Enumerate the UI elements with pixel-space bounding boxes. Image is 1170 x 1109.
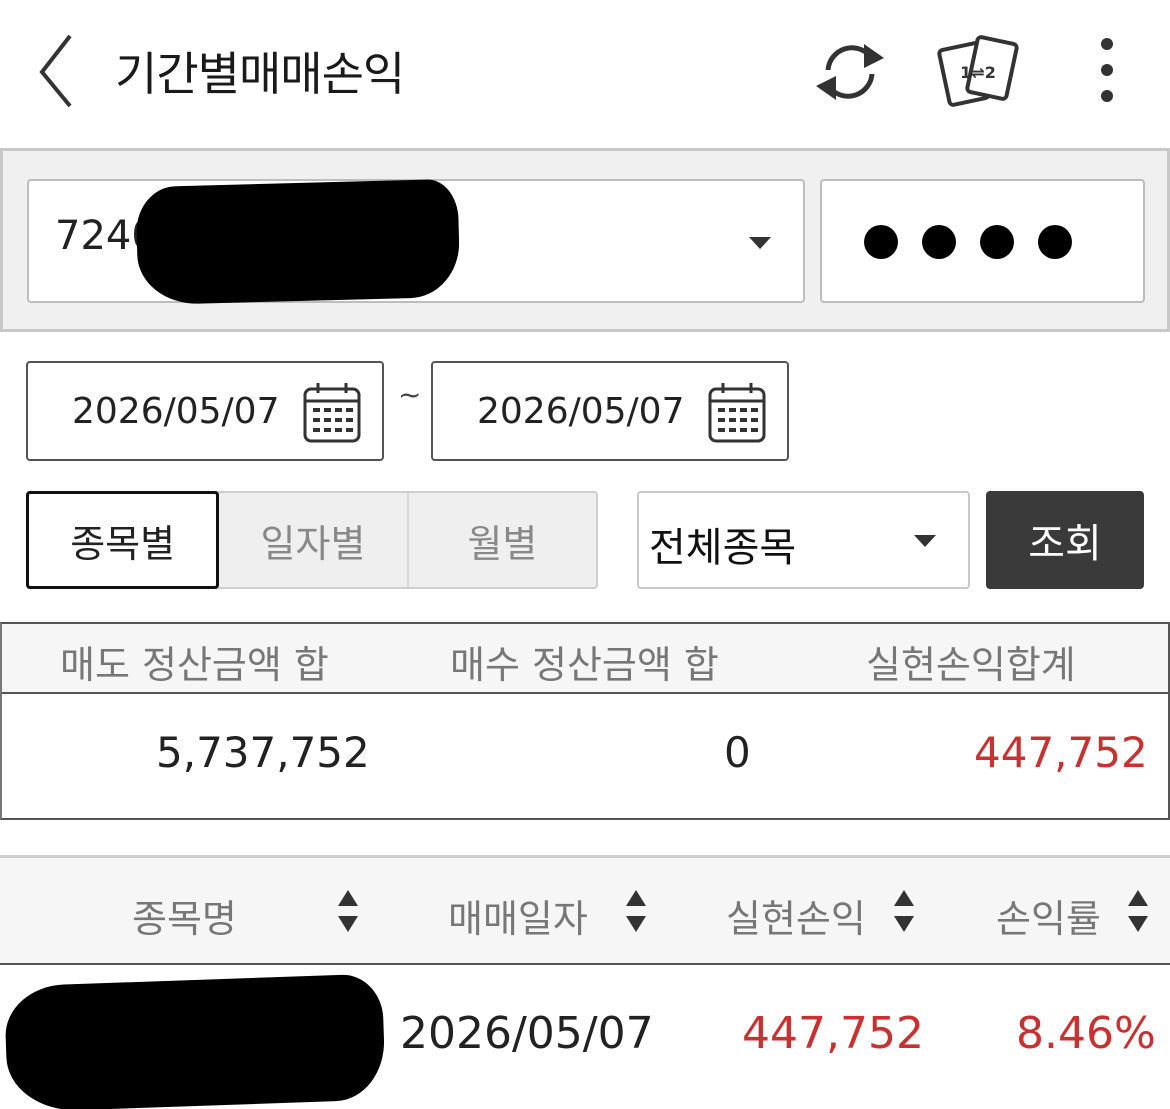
app-header: 기간별매매손익 1⇌2 <box>0 0 1170 140</box>
summary-buy-total: 0 <box>724 728 751 777</box>
more-menu-button[interactable] <box>1085 32 1129 112</box>
end-date-field[interactable]: 2026/05/07 <box>431 361 789 461</box>
password-dot <box>864 225 898 259</box>
chevron-left-icon <box>39 34 72 108</box>
tab-by-stock[interactable]: 종목별 <box>26 491 220 589</box>
dropdown-caret-icon <box>914 535 936 547</box>
redaction-mark <box>135 178 461 306</box>
view-tabs: 종목별 일자별 월별 <box>26 491 598 589</box>
password-dot <box>980 225 1014 259</box>
account-select[interactable]: 7240 <box>27 178 805 306</box>
password-field[interactable] <box>820 179 1145 303</box>
refresh-icon <box>816 44 884 100</box>
col-header-date[interactable]: 매매일자 <box>448 888 588 943</box>
query-button[interactable]: 조회 <box>986 491 1144 589</box>
summary-header-sell: 매도 정산금액 합 <box>60 643 329 687</box>
refresh-button[interactable] <box>808 30 892 114</box>
table-row[interactable]: 현대 2026/05/07 447,752 8.46% <box>0 966 1170 1109</box>
summary-header-pnl: 실현손익합계 <box>866 643 1076 687</box>
row-realized-pnl: 447,752 <box>742 1008 924 1059</box>
sort-icon[interactable] <box>336 886 360 936</box>
redaction-mark <box>3 973 387 1109</box>
calendar-icon[interactable] <box>302 381 362 445</box>
password-dots <box>864 225 1072 259</box>
sort-icon[interactable] <box>1126 886 1150 936</box>
calendar-icon[interactable] <box>707 381 767 445</box>
account-switch-button[interactable]: 1⇌2 <box>934 28 1022 112</box>
summary-header-buy: 매수 정산금액 합 <box>450 643 719 687</box>
stock-filter-label: 전체종목 <box>649 525 797 571</box>
account-panel: 7240 <box>0 148 1170 332</box>
col-header-name[interactable]: 종목명 <box>132 888 237 943</box>
swap-icon-label: 1⇌2 <box>960 63 996 82</box>
col-header-rate[interactable]: 손익률 <box>996 888 1101 943</box>
row-pnl-rate: 8.46% <box>1016 1008 1156 1059</box>
summary-pnl-total: 447,752 <box>974 728 1148 777</box>
tab-by-month[interactable]: 월별 <box>406 493 596 587</box>
sort-icon[interactable] <box>624 886 648 936</box>
date-separator: ~ <box>398 378 422 411</box>
list-header: 종목명 매매일자 실현손익 손익률 <box>0 855 1170 965</box>
more-vertical-icon <box>1101 38 1113 102</box>
password-dot <box>1038 225 1072 259</box>
sort-icon[interactable] <box>892 886 916 936</box>
back-button[interactable] <box>30 30 84 110</box>
dropdown-caret-icon <box>749 237 771 249</box>
password-dot <box>922 225 956 259</box>
tab-by-date[interactable]: 일자별 <box>217 493 406 587</box>
row-trade-date: 2026/05/07 <box>400 1008 654 1059</box>
col-header-pnl[interactable]: 실현손익 <box>726 888 866 943</box>
summary-header: 매도 정산금액 합 매수 정산금액 합 실현손익합계 <box>2 624 1168 694</box>
end-date-text: 2026/05/07 <box>477 391 685 432</box>
page-title: 기간별매매손익 <box>115 47 405 101</box>
start-date-text: 2026/05/07 <box>72 391 280 432</box>
summary-table: 매도 정산금액 합 매수 정산금액 합 실현손익합계 5,737,752 0 4… <box>0 622 1170 820</box>
summary-sell-total: 5,737,752 <box>156 728 370 777</box>
card-swap-icon: 1⇌2 <box>937 35 1019 107</box>
stock-filter-select[interactable]: 전체종목 <box>637 491 970 589</box>
start-date-field[interactable]: 2026/05/07 <box>26 361 384 461</box>
